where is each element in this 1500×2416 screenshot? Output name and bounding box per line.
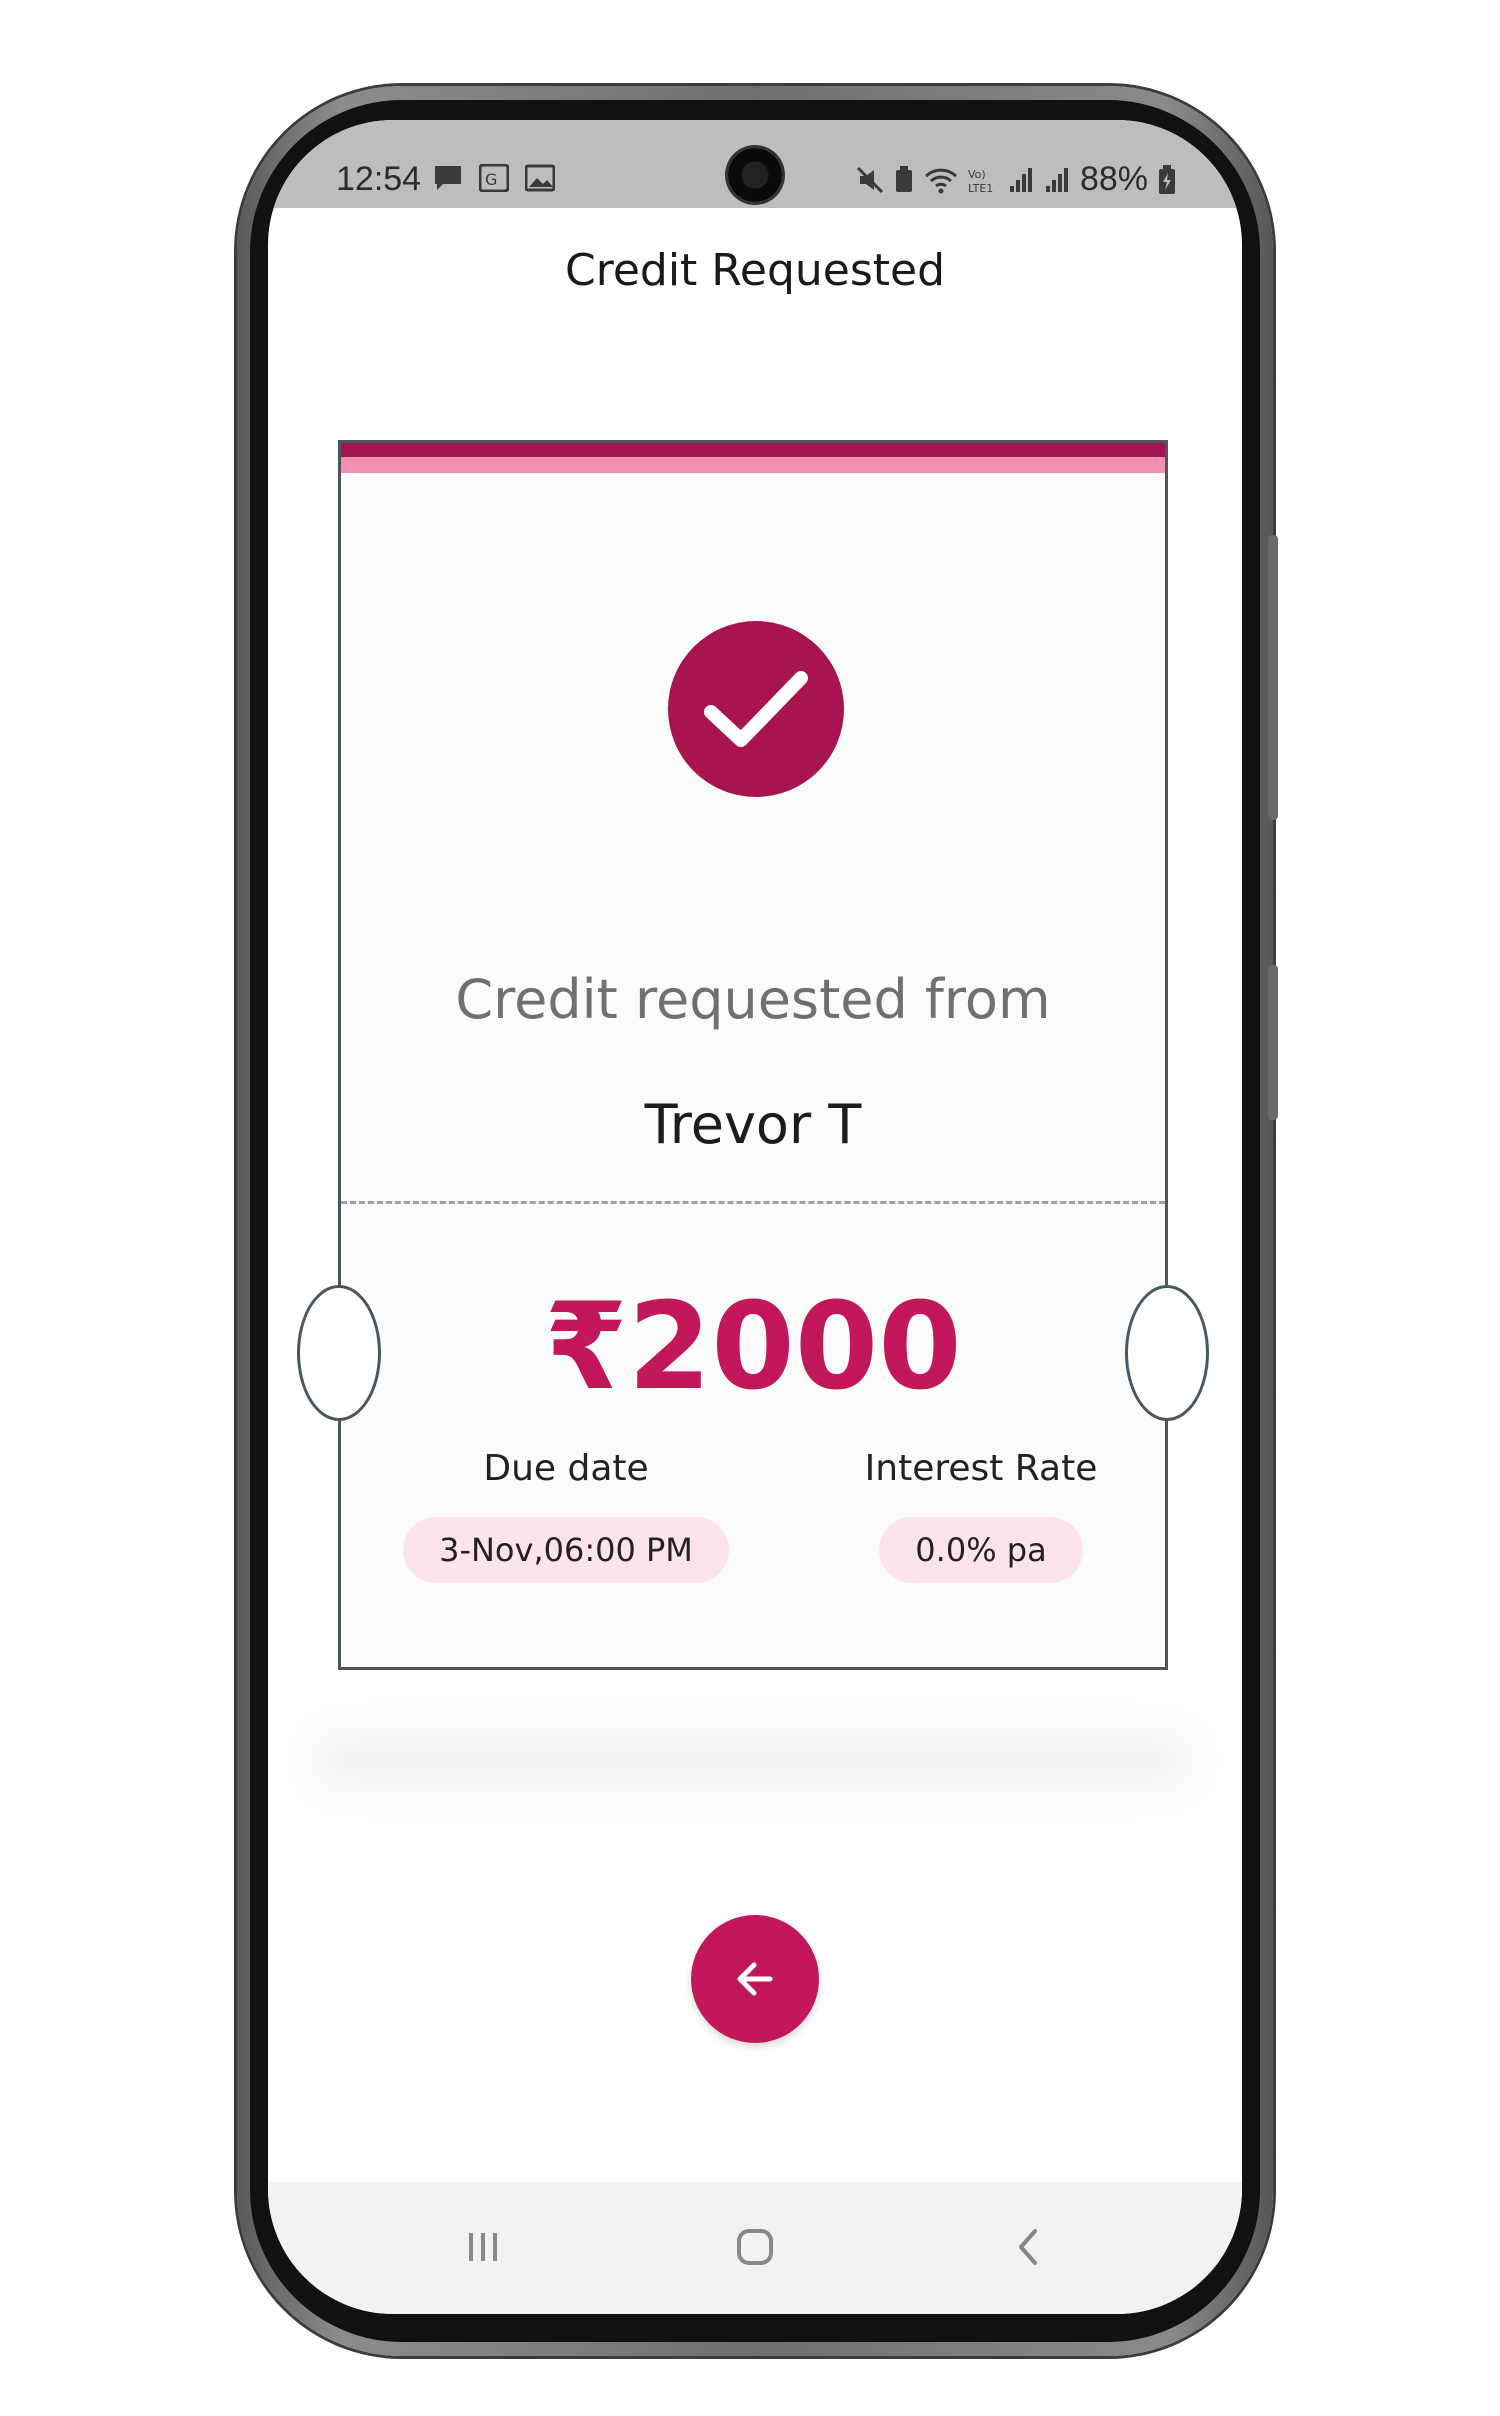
status-left-icons: G [433, 164, 555, 192]
chevron-left-icon [1019, 2229, 1037, 2265]
credit-amount: ₹2000 [544, 1278, 962, 1417]
requester-name: Trevor T [644, 1093, 862, 1156]
svg-text:G: G [485, 170, 497, 189]
interest-rate-label: Interest Rate [864, 1448, 1098, 1489]
nav-recents-button[interactable] [453, 2222, 513, 2272]
status-right-icons: Vo) LTE1 88% [856, 160, 1176, 199]
system-nav-bar [268, 2182, 1242, 2314]
front-camera [728, 148, 782, 202]
interest-rate-value: 0.0% pa [879, 1517, 1083, 1583]
credit-requested-label: Credit requested from [455, 968, 1051, 1031]
card-shadow [313, 1730, 1193, 1790]
svg-text:Vo): Vo) [968, 168, 986, 181]
check-icon [704, 671, 808, 747]
volume-button [1268, 535, 1278, 820]
volte-icon: Vo)LTE1 [968, 168, 993, 194]
svg-text:LTE1: LTE1 [968, 182, 993, 194]
ticket-stripe-light [341, 457, 1165, 473]
due-date-value: 3-Nov,06:00 PM [403, 1517, 729, 1583]
translate-icon: G [479, 164, 509, 192]
image-icon [525, 164, 555, 192]
phone-screen: 12:54 G Vo) LTE1 88% Credit Requested Cr… [268, 120, 1242, 2314]
status-time: 12:54 [336, 160, 422, 198]
due-date-label: Due date [483, 1448, 649, 1489]
battery-saver-icon [895, 165, 912, 192]
nav-home-button[interactable] [725, 2222, 785, 2272]
arrow-left-icon [737, 1962, 773, 1996]
back-button[interactable] [691, 1915, 819, 2043]
page-title: Credit Requested [564, 245, 946, 296]
battery-percent: 88% [1079, 160, 1148, 198]
wifi-icon [924, 168, 957, 193]
home-icon [737, 2229, 773, 2265]
ticket-perforation [341, 1201, 1165, 1204]
battery-icon [1159, 164, 1175, 194]
mute-icon [856, 166, 883, 193]
signal-icon-2 [1045, 167, 1068, 192]
nav-back-button[interactable] [998, 2222, 1058, 2272]
credit-ticket-card: Credit requested from Trevor T ₹2000 Due… [297, 440, 1209, 1670]
interest-rate-block: Interest Rate 0.0% pa [841, 1448, 1121, 1583]
power-button [1268, 965, 1278, 1120]
ticket-stripe-dark [341, 443, 1165, 457]
status-bar: 12:54 G Vo) LTE1 88% [268, 120, 1242, 208]
success-check-badge [668, 621, 844, 797]
signal-icon [1009, 167, 1032, 192]
message-icon [435, 166, 461, 190]
due-date-block: Due date 3-Nov,06:00 PM [401, 1448, 731, 1583]
recents-icon [469, 2233, 497, 2261]
